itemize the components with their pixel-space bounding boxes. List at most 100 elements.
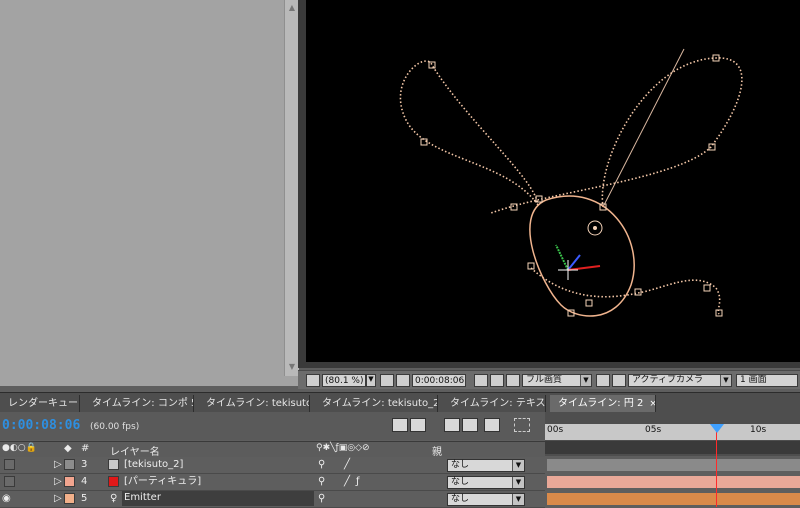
parent-value: なし: [451, 494, 470, 504]
guide-line: [602, 48, 685, 208]
camera-label: アクティブカメラ: [632, 375, 704, 385]
shy-switch-icon[interactable]: ⚲: [318, 492, 325, 506]
collapse-switch-icon[interactable]: ╱: [344, 458, 350, 472]
label-color-swatch[interactable]: [64, 476, 75, 487]
eye-icon[interactable]: ◉: [2, 492, 11, 506]
column-parent: 親: [432, 447, 442, 458]
scroll-up-icon[interactable]: ▲: [287, 3, 297, 13]
layer-duration-bar[interactable]: [547, 459, 800, 471]
expand-triangle-icon[interactable]: ▷: [54, 475, 62, 489]
show-snapshot-icon[interactable]: [490, 374, 504, 387]
composition-viewer[interactable]: [306, 0, 800, 362]
layer-number: 5: [81, 493, 88, 504]
camera-dropdown[interactable]: アクティブカメラ ▼: [628, 374, 732, 387]
layer-number: 3: [81, 459, 88, 470]
effect-switch-icon[interactable]: ƒ: [356, 475, 360, 489]
work-area-bar[interactable]: [545, 441, 800, 454]
current-time-indicator-line: [716, 424, 717, 507]
zoom-level[interactable]: (80.1 %): [322, 374, 366, 387]
chevron-down-icon: ▼: [512, 460, 524, 471]
layer-number: 4: [81, 476, 88, 487]
tab-label: タイムライン: 円 2: [558, 398, 644, 409]
live-update-icon[interactable]: [410, 418, 426, 432]
tab-comp-5[interactable]: タイムライン: コンポ 5: [84, 395, 194, 412]
visibility-switch[interactable]: [4, 476, 15, 487]
current-time-indicator-handle[interactable]: [710, 424, 724, 433]
motion-path-graphic: [399, 48, 743, 317]
tab-label: レンダーキュー: [8, 398, 78, 409]
graph-editor-icon[interactable]: [514, 418, 530, 432]
ruler-tick-10: 10s: [750, 425, 767, 435]
panel-tab-bar: レンダーキュー タイムライン: コンポ 5 タイムライン: tekisuto タ…: [0, 392, 800, 413]
frame-rate-label: (60.00 fps): [90, 422, 140, 432]
shy-switch-icon[interactable]: ⚲: [318, 458, 325, 472]
snapshot-icon[interactable]: [474, 374, 488, 387]
solid-layer-icon: [108, 476, 119, 487]
current-time-display[interactable]: 0:00:08:06: [2, 418, 80, 433]
mask-view-icon[interactable]: [396, 374, 410, 387]
precomp-icon: [108, 459, 119, 470]
ruler-tick-0: 00s: [547, 425, 564, 435]
chevron-down-icon: ▼: [512, 494, 524, 505]
always-preview-icon[interactable]: [306, 374, 320, 387]
axis-gizmo: [555, 244, 601, 280]
av-features-icons: ●◐○🔒: [2, 443, 37, 453]
tab-label: タイムライン: tekisuto: [206, 398, 310, 409]
viewer-timecode[interactable]: 0:00:08:06: [412, 374, 466, 387]
parent-dropdown[interactable]: なし ▼: [447, 459, 525, 472]
layer-name[interactable]: [tekisuto_2]: [124, 458, 183, 472]
tab-text[interactable]: タイムライン: テキスト: [442, 395, 546, 412]
motion-path-left-loop: [399, 60, 539, 206]
region-of-interest-icon[interactable]: [596, 374, 610, 387]
layer-row[interactable]: ▷ 3 [tekisuto_2] ⚲ ╱ なし ▼: [0, 457, 545, 474]
layer-name[interactable]: Emitter: [122, 491, 314, 506]
layer-row[interactable]: ▷ 4 [パーティキュラ] ⚲ ╱ ƒ なし ▼: [0, 474, 545, 491]
tab-render-queue[interactable]: レンダーキュー: [0, 395, 80, 412]
tab-label: タイムライン: tekisuto_2: [322, 398, 438, 409]
close-icon[interactable]: ×: [649, 399, 655, 409]
chevron-down-icon: ▼: [720, 375, 731, 386]
expand-triangle-icon[interactable]: ▷: [54, 492, 62, 506]
scroll-down-icon[interactable]: ▼: [287, 362, 297, 372]
zoom-dropdown-icon[interactable]: ▼: [366, 374, 376, 387]
layer-name[interactable]: [パーティキュラ]: [124, 475, 201, 489]
chevron-down-icon: ▼: [580, 375, 591, 386]
motion-blur-icon[interactable]: [484, 418, 500, 432]
channel-icon[interactable]: [506, 374, 520, 387]
collapse-switch-icon[interactable]: ╱: [344, 475, 350, 489]
parent-value: なし: [451, 477, 470, 487]
column-layer-name[interactable]: レイヤー名: [110, 443, 160, 458]
tab-label: タイムライン: テキスト: [450, 398, 546, 409]
shy-switch-icon[interactable]: ⚲: [318, 475, 325, 489]
label-color-swatch[interactable]: [64, 493, 75, 504]
layer-row-selected[interactable]: ◉ ▷ 5 ♀ Emitter ⚲ なし ▼: [0, 491, 545, 508]
parent-dropdown[interactable]: なし ▼: [447, 476, 525, 489]
ruler-tick-5: 05s: [645, 425, 662, 435]
views-label: 1 画面: [740, 375, 767, 385]
column-number: #: [81, 443, 90, 454]
orbit-path: [529, 195, 635, 317]
transparency-grid-icon[interactable]: [612, 374, 626, 387]
parent-dropdown[interactable]: なし ▼: [447, 493, 525, 506]
tab-tekisuto[interactable]: タイムライン: tekisuto: [198, 395, 310, 412]
viewer-toolbar: (80.1 %) ▼ 0:00:08:06 フル画質 ▼ アクティブカメラ ▼ …: [298, 370, 800, 389]
safe-area-icon[interactable]: [380, 374, 394, 387]
shy-layers-icon[interactable]: [462, 418, 478, 432]
resolution-label: フル画質: [526, 375, 563, 385]
expand-triangle-icon[interactable]: ▷: [54, 458, 62, 472]
views-dropdown[interactable]: 1 画面: [736, 374, 798, 387]
tab-circle-2[interactable]: タイムライン: 円 2 ×: [550, 395, 656, 412]
draft-3d-icon[interactable]: [444, 418, 460, 432]
comp-mini-flowchart-icon[interactable]: [392, 418, 408, 432]
layer-duration-bar[interactable]: [547, 476, 800, 488]
light-layer-icon: ♀: [110, 493, 118, 504]
parent-value: なし: [451, 460, 470, 470]
label-color-swatch[interactable]: [64, 459, 75, 470]
visibility-switch[interactable]: [4, 459, 15, 470]
resolution-dropdown[interactable]: フル画質 ▼: [522, 374, 592, 387]
project-scrollbar[interactable]: ▲ ▼: [284, 0, 299, 376]
layer-duration-bar[interactable]: [547, 493, 800, 505]
tab-tekisuto-2[interactable]: タイムライン: tekisuto_2: [314, 395, 438, 412]
tab-label: タイムライン: コンポ 5: [92, 398, 194, 409]
project-panel: [0, 0, 299, 386]
